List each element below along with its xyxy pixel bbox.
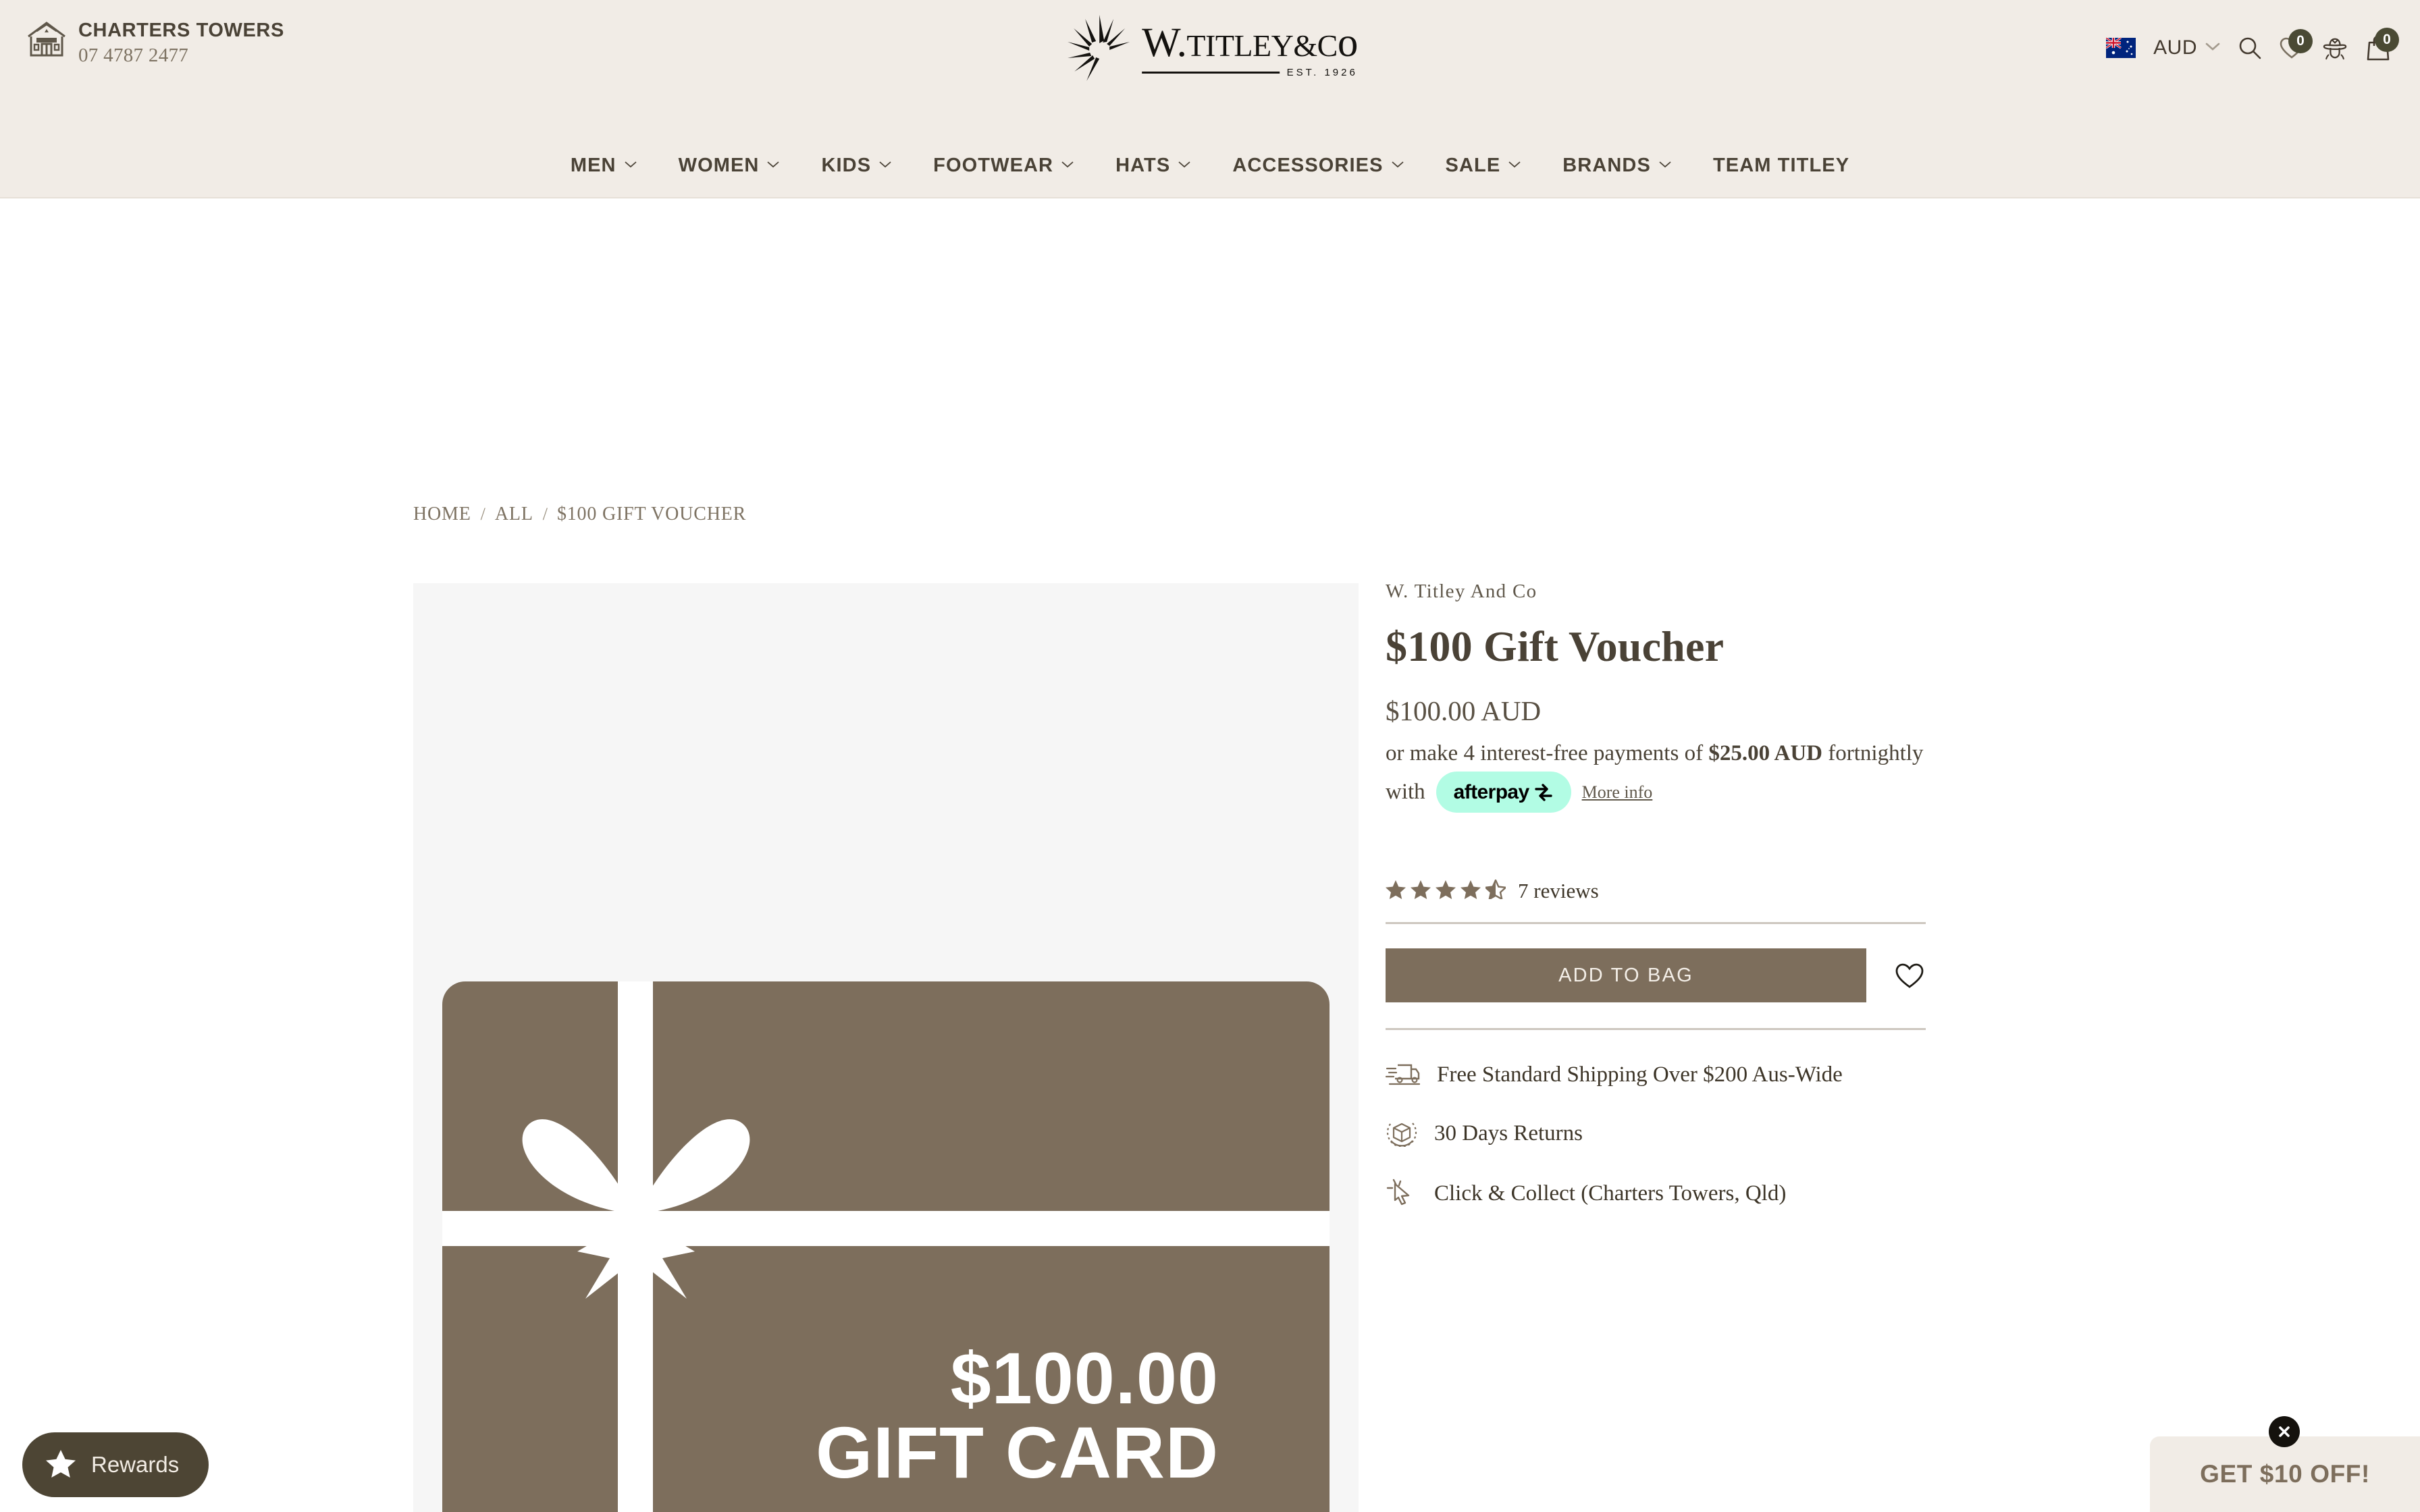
chevron-down-icon (1178, 159, 1190, 171)
afterpay-suffix: fortnightly (1828, 741, 1924, 765)
search-icon[interactable] (2238, 36, 2262, 60)
benefit-shipping-label: Free Standard Shipping Over $200 Aus-Wid… (1437, 1062, 1843, 1087)
shopping-bag-icon[interactable]: 0 (2366, 28, 2399, 61)
benefit-returns-label: 30 Days Returns (1434, 1121, 1583, 1146)
afterpay-with-label: with (1386, 779, 1425, 804)
currency-code: AUD (2153, 36, 2197, 59)
benefit-returns: 30 Days Returns (1386, 1117, 1926, 1150)
close-icon[interactable] (2269, 1416, 2300, 1447)
rewards-widget[interactable]: Rewards (22, 1432, 209, 1497)
promo-label: GET $10 OFF! (2200, 1460, 2370, 1488)
nav-item-hats[interactable]: HATS (1095, 155, 1211, 177)
breadcrumb-home[interactable]: HOME (413, 504, 471, 525)
chevron-down-icon (2205, 42, 2220, 55)
product-reviews[interactable]: 7 reviews (1386, 878, 1926, 903)
store-location-block[interactable]: CHARTERS TOWERS 07 4787 2477 (26, 16, 284, 67)
svg-text:$100.00: $100.00 (951, 1337, 1219, 1419)
wishlist-count-badge: 0 (2288, 29, 2313, 53)
afterpay-more-info-link[interactable]: More info (1582, 780, 1653, 805)
return-box-icon (1386, 1117, 1418, 1150)
review-count-label[interactable]: 7 reviews (1518, 879, 1599, 903)
site-header: CHARTERS TOWERS 07 4787 2477 W.TITLEY&Co… (0, 0, 2420, 134)
star-rating (1386, 878, 1508, 902)
product-vendor[interactable]: W. Titley And Co (1386, 580, 1926, 603)
star-icon (1386, 880, 1406, 902)
chevron-down-icon (1659, 159, 1671, 171)
nav-item-brands[interactable]: BRANDS (1542, 155, 1692, 177)
promo-bar[interactable]: GET $10 OFF! (2150, 1436, 2420, 1512)
nav-item-footwear[interactable]: FOOTWEAR (912, 155, 1095, 177)
afterpay-brand-label: afterpay (1453, 780, 1530, 803)
chevron-down-icon (1508, 159, 1521, 171)
star-icon (1436, 880, 1456, 902)
nav-item-women[interactable]: WOMEN (658, 155, 801, 177)
site-logo[interactable]: W.TITLEY&Co EST. 1926 (1062, 12, 1358, 88)
store-name: CHARTERS TOWERS (78, 20, 284, 41)
product-benefits: Free Standard Shipping Over $200 Aus-Wid… (1385, 1060, 1926, 1210)
cta-row: ADD TO BAG (1386, 948, 1926, 1003)
storefront-icon (26, 19, 68, 58)
cart-count-badge: 0 (2375, 28, 2399, 52)
afterpay-logo: afterpay (1436, 771, 1571, 813)
divider (1386, 1028, 1926, 1031)
divider (1386, 922, 1926, 925)
utility-bar: AUD 0 0 (2105, 28, 2399, 61)
afterpay-message: or make 4 interest-free payments of $25.… (1386, 738, 1926, 813)
afterpay-arrows-icon (1534, 783, 1552, 801)
nav-item-team-titley[interactable]: TEAM TITLEY (1692, 155, 1870, 177)
product-gallery[interactable]: $100.00 GIFT CARD (413, 583, 1359, 1512)
product-price: $100.00 AUD (1386, 695, 1542, 726)
benefit-click-collect: Click & Collect (Charters Towers, Qld) (1386, 1177, 1926, 1210)
logo-established: EST. 1926 (1286, 66, 1358, 78)
benefit-shipping: Free Standard Shipping Over $200 Aus-Wid… (1385, 1060, 1926, 1090)
breadcrumb: HOME / ALL / $100 GIFT VOUCHER (413, 504, 746, 525)
star-icon (1411, 880, 1431, 902)
chevron-down-icon (767, 159, 780, 171)
add-to-wishlist-button[interactable] (1895, 962, 1924, 989)
star-icon (1461, 880, 1481, 902)
breadcrumb-all[interactable]: ALL (495, 504, 533, 525)
sunburst-icon (1062, 12, 1136, 88)
main-navigation: MEN WOMEN KIDS FOOTWEAR HATS ACCESSORIES… (0, 134, 2420, 198)
click-collect-cursor-icon (1386, 1177, 1418, 1210)
logo-wordmark: W.TITLEY&Co (1142, 20, 1358, 65)
main-content: HOME / ALL / $100 GIFT VOUCHER $100.00 G… (0, 198, 2420, 1512)
chevron-down-icon (1391, 159, 1404, 171)
product-info: W. Titley And Co $100 Gift Voucher $100.… (1385, 580, 1926, 1210)
cowboy-hat-account-icon[interactable] (2321, 36, 2348, 60)
add-to-bag-button[interactable]: ADD TO BAG (1386, 948, 1866, 1003)
afterpay-installment: $25.00 AUD (1708, 741, 1822, 765)
chevron-down-icon (1061, 159, 1074, 171)
half-star-icon (1483, 878, 1508, 902)
australian-flag-icon (2105, 36, 2136, 58)
currency-selector[interactable]: AUD (2153, 36, 2220, 59)
nav-item-men[interactable]: MEN (550, 155, 658, 177)
logo-rule: EST. 1926 (1142, 67, 1358, 78)
heart-outline-icon (1895, 963, 1924, 989)
nav-item-kids[interactable]: KIDS (800, 155, 912, 177)
delivery-truck-icon (1385, 1060, 1421, 1090)
nav-item-accessories[interactable]: ACCESSORIES (1211, 155, 1424, 177)
nav-item-sale[interactable]: SALE (1425, 155, 1542, 177)
star-icon (45, 1449, 76, 1482)
chevron-down-icon (625, 159, 637, 171)
breadcrumb-separator: / (480, 504, 485, 524)
svg-text:GIFT CARD: GIFT CARD (816, 1411, 1219, 1493)
giftcard-product-image: $100.00 GIFT CARD (442, 981, 1330, 1512)
afterpay-prefix: or make 4 interest-free payments of (1386, 741, 1704, 765)
breadcrumb-separator: / (542, 504, 548, 524)
wishlist-heart-icon[interactable]: 0 (2280, 29, 2313, 59)
page-title: $100 Gift Voucher (1386, 622, 1725, 670)
chevron-down-icon (879, 159, 891, 171)
rewards-label: Rewards (91, 1452, 180, 1477)
benefit-click-collect-label: Click & Collect (Charters Towers, Qld) (1434, 1181, 1787, 1206)
store-phone[interactable]: 07 4787 2477 (78, 45, 284, 67)
breadcrumb-current: $100 GIFT VOUCHER (556, 504, 747, 524)
afterpay-badge-row: with afterpay More info (1386, 771, 1926, 813)
